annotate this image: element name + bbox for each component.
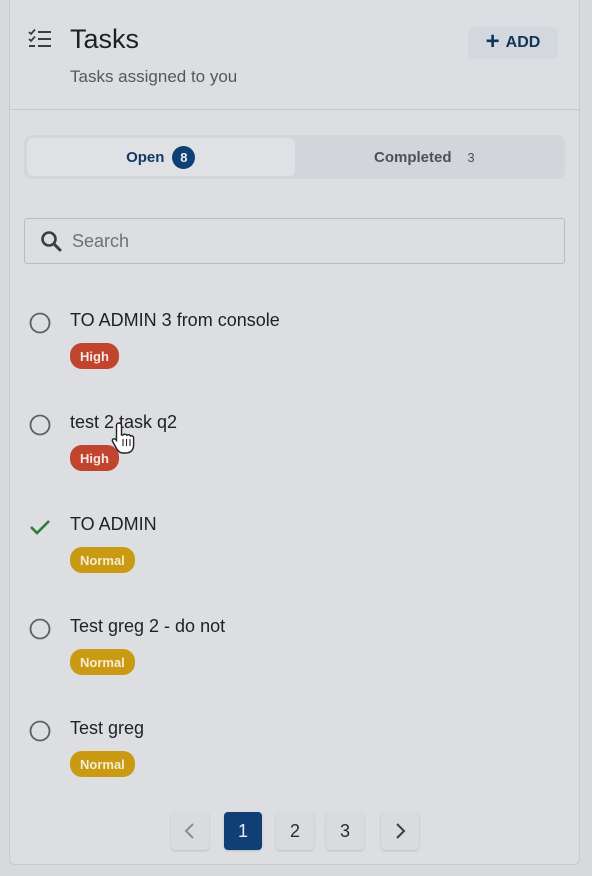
priority-badge: Normal xyxy=(70,751,135,777)
page-subtitle: Tasks assigned to you xyxy=(70,67,238,86)
search-box xyxy=(24,218,565,264)
task-item[interactable]: TO ADMIN Normal xyxy=(24,514,564,604)
task-title: Test greg 2 - do not xyxy=(70,616,226,636)
checkmark-icon[interactable] xyxy=(29,516,51,538)
tab-open[interactable]: Open 8 xyxy=(27,138,295,176)
page-button-3[interactable]: 3 xyxy=(326,812,364,850)
task-item[interactable]: Test greg 2 - do not Normal xyxy=(24,616,564,706)
checklist-icon xyxy=(28,28,51,47)
task-item[interactable]: TO ADMIN 3 from console High xyxy=(24,310,564,400)
search-icon xyxy=(41,231,62,252)
next-page-button[interactable] xyxy=(381,812,419,850)
task-title: TO ADMIN 3 from console xyxy=(70,310,280,330)
hand-cursor-icon xyxy=(111,422,135,454)
task-item[interactable]: Test greg Normal xyxy=(24,718,564,808)
tab-label: Open xyxy=(126,148,165,166)
tab-completed[interactable]: Completed 3 xyxy=(295,138,563,176)
header-divider xyxy=(10,109,579,110)
page-title: Tasks xyxy=(70,24,140,54)
tab-label: Completed xyxy=(373,148,452,166)
circle-checkbox-icon[interactable] xyxy=(29,618,51,640)
circle-checkbox-icon[interactable] xyxy=(29,720,51,742)
task-item[interactable]: test 2 task q2 High xyxy=(24,412,564,502)
circle-checkbox-icon[interactable] xyxy=(29,414,51,436)
plus-icon: + xyxy=(485,27,500,55)
pagination: 1 2 3 xyxy=(0,812,592,852)
priority-badge: Normal xyxy=(70,649,135,675)
add-task-button[interactable]: + ADD xyxy=(468,27,558,59)
chevron-left-icon xyxy=(184,823,194,839)
task-tabs: Open 8 Completed 3 xyxy=(24,135,565,179)
search-input[interactable] xyxy=(70,229,514,253)
circle-checkbox-icon[interactable] xyxy=(29,312,51,334)
page-button-1[interactable]: 1 xyxy=(224,812,262,850)
priority-badge: Normal xyxy=(70,547,135,573)
add-button-label: ADD xyxy=(505,34,541,51)
page-button-2[interactable]: 2 xyxy=(276,812,314,850)
task-title: TO ADMIN xyxy=(70,514,157,534)
task-title: Test greg xyxy=(70,718,145,738)
prev-page-button[interactable] xyxy=(171,812,209,850)
tab-count-badge: 8 xyxy=(172,145,196,169)
priority-badge: High xyxy=(70,343,119,369)
chevron-right-icon xyxy=(396,823,406,839)
tab-count-badge: 3 xyxy=(467,149,475,165)
